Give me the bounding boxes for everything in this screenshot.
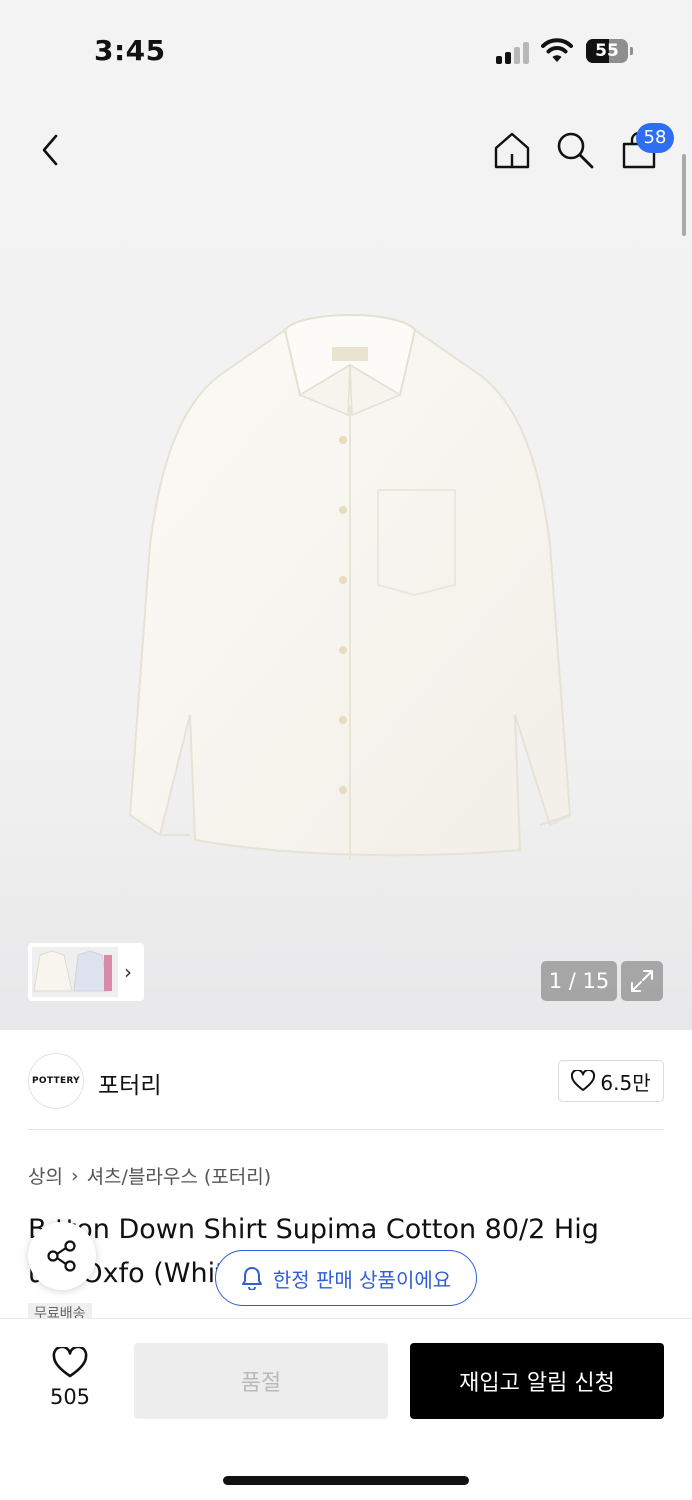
wishlist-button[interactable]: 505 (40, 1345, 100, 1409)
status-time: 3:45 (94, 34, 166, 67)
cellular-signal-icon (496, 40, 532, 64)
breadcrumb-category[interactable]: 상의 (28, 1162, 63, 1189)
home-indicator[interactable] (223, 1476, 469, 1485)
share-icon (47, 1240, 76, 1272)
brand-row: POTTERY 포터리 6.5만 (0, 1030, 692, 1130)
battery-icon: 55 (586, 39, 628, 63)
product-image-gallery[interactable]: › 1 / 15 (0, 100, 692, 1030)
search-icon (557, 132, 594, 169)
search-button[interactable] (553, 128, 597, 172)
scroll-indicator (682, 154, 686, 236)
divider (28, 1129, 664, 1130)
home-icon (494, 132, 530, 169)
status-bar: 3:45 55 (0, 0, 692, 100)
breadcrumb-separator-icon: › (70, 1164, 79, 1187)
restock-alert-button[interactable]: 재입고 알림 신청 (410, 1343, 664, 1419)
expand-button[interactable] (621, 961, 663, 1001)
brand-name[interactable]: 포터리 (98, 1066, 161, 1100)
limited-sale-text: 한정 판매 상품이에요 (272, 1267, 452, 1292)
brand-logo[interactable]: POTTERY (28, 1053, 84, 1109)
soldout-button: 품절 (134, 1343, 388, 1419)
wishlist-count: 505 (49, 1385, 91, 1409)
back-arrow-icon (42, 134, 58, 166)
brand-like-button[interactable]: 6.5만 (558, 1060, 664, 1102)
limited-sale-notice: 한정 판매 상품이에요 (215, 1250, 477, 1306)
heart-icon (571, 1070, 596, 1091)
breadcrumb-subcategory[interactable]: 셔츠/블라우스 (포터리) (87, 1162, 272, 1189)
battery-cap (630, 47, 633, 55)
thumbnail-strip[interactable]: › (28, 943, 144, 1001)
back-button[interactable] (30, 130, 70, 170)
heart-icon (52, 1345, 88, 1378)
bell-icon (241, 1267, 262, 1290)
thumbnail-next-icon[interactable]: › (124, 960, 132, 984)
share-button[interactable] (28, 1222, 96, 1290)
breadcrumb: 상의 › 셔츠/블라우스 (포터리) (28, 1162, 271, 1189)
bottom-action-bar: 505 품절 재입고 알림 신청 (0, 1318, 692, 1500)
image-counter: 1 / 15 (541, 961, 617, 1001)
expand-icon (631, 970, 653, 992)
wifi-icon (541, 38, 573, 62)
home-button[interactable] (490, 128, 534, 172)
cart-count-badge: 58 (636, 123, 674, 153)
product-photo-white-shirt (128, 314, 572, 860)
shirt-label (332, 347, 368, 361)
thumbnail-image[interactable] (32, 947, 118, 997)
brand-like-count: 6.5만 (600, 1070, 651, 1095)
battery-level: 55 (595, 41, 619, 61)
